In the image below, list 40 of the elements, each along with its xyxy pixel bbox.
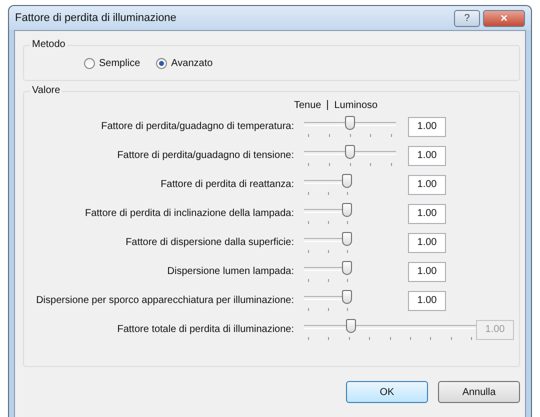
factor-label: Fattore di perdita di inclinazione della lampada: (84, 207, 295, 220)
scale-label: Tenue (294, 100, 322, 110)
factor-label: Dispersione lumen lampada: (166, 265, 295, 278)
group-title: Valore (30, 85, 62, 96)
group-title: Metodo (30, 39, 68, 50)
slider-thumb[interactable] (342, 232, 352, 246)
radio-option[interactable]: Semplice (84, 58, 140, 69)
factor-label: Fattore di perdita/guadagno di temperatura: (100, 120, 295, 133)
value-field[interactable]: 1.00 (408, 232, 446, 252)
value-field[interactable]: 1.00 (408, 116, 446, 136)
slider-thumb[interactable] (345, 144, 355, 158)
slider-thumb[interactable] (342, 260, 352, 274)
slider[interactable] (304, 114, 396, 138)
radio-option[interactable]: Avanzato (156, 58, 213, 69)
slider[interactable] (304, 318, 476, 342)
dialog-button[interactable]: Annulla (438, 381, 520, 403)
slider-thumb[interactable] (342, 290, 352, 304)
slider-thumb[interactable] (342, 174, 352, 188)
factor-label: Fattore di perdita/guadagno di tensione: (116, 149, 295, 162)
slider[interactable] (304, 230, 352, 254)
slider[interactable] (304, 202, 352, 226)
slider-thumb[interactable] (345, 116, 355, 130)
slider-thumb[interactable] (342, 202, 352, 216)
value-field[interactable]: 1.00 (408, 262, 446, 282)
factor-label: Dispersione per sporco apparecchiatura per illuminazione: (35, 294, 295, 307)
slider[interactable] (304, 144, 396, 168)
slider[interactable] (304, 172, 352, 196)
slider[interactable] (304, 288, 352, 312)
scale-label: Luminoso (334, 100, 378, 110)
window-title: Fattore di perdita di illuminazione (15, 12, 178, 24)
value-field[interactable]: 1.00 (408, 290, 446, 310)
factor-label: Fattore di perdita di reattanza: (160, 178, 295, 191)
value-field[interactable]: 1.00 (408, 174, 446, 194)
slider[interactable] (304, 260, 352, 284)
value-field[interactable]: 1.00 (408, 146, 446, 166)
help-button[interactable]: ? (454, 10, 480, 26)
value-field[interactable]: 1.00 (408, 204, 446, 224)
factor-label: Fattore di dispersione dalla superficie: (124, 236, 295, 249)
dialog-button[interactable]: OK (346, 381, 428, 403)
factor-label: Fattore totale di perdita di illuminazione: (116, 323, 295, 336)
